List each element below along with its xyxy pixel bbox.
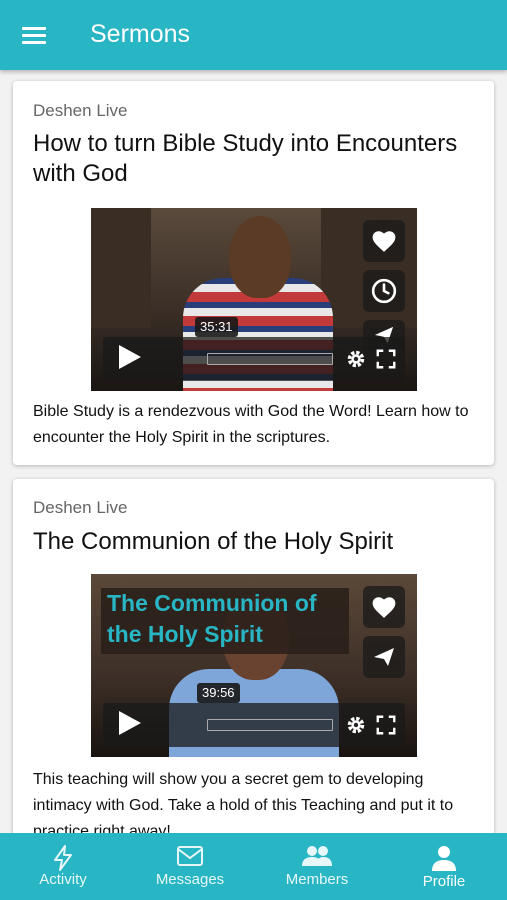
tab-activity[interactable]: Activity — [0, 833, 126, 900]
video-controls: 39:56 — [103, 683, 405, 747]
bookshelf — [91, 208, 151, 328]
heart-icon — [372, 597, 396, 618]
watch-later-button[interactable] — [363, 270, 405, 312]
tab-label: Profile — [422, 873, 466, 890]
sermon-title[interactable]: How to turn Bible Study into Encounters … — [33, 129, 478, 189]
video-duration: 35:31 — [195, 317, 238, 337]
sermon-description: Bible Study is a rendezvous with God the… — [33, 403, 469, 446]
sermon-title[interactable]: The Communion of the Holy Spirit — [33, 527, 478, 557]
video-duration: 39:56 — [197, 683, 240, 703]
video-title-overlay: The Communion of the Holy Spirit — [101, 588, 349, 654]
page-title: Sermons — [90, 20, 191, 48]
clock-icon — [371, 278, 397, 304]
heart-icon — [372, 231, 396, 252]
tab-messages[interactable]: Messages — [127, 833, 253, 900]
people-icon — [302, 846, 332, 866]
video-controls: 35:31 — [103, 317, 405, 381]
video-player[interactable]: 35:31 — [91, 208, 417, 391]
hamburger-menu-icon[interactable] — [22, 24, 48, 46]
tab-label: Members — [285, 871, 349, 888]
tab-label: Activity — [39, 871, 87, 888]
lightning-icon — [54, 845, 72, 871]
gear-icon[interactable] — [345, 348, 367, 370]
app-bar: Sermons — [0, 0, 507, 70]
video-progress-bar[interactable] — [207, 719, 333, 731]
tab-members[interactable]: Members — [254, 833, 380, 900]
sermon-card[interactable]: Deshen Live The Communion of the Holy Sp… — [13, 479, 494, 833]
speaker-head — [229, 216, 291, 298]
like-button[interactable] — [363, 220, 405, 262]
play-icon[interactable] — [119, 345, 141, 369]
overlay-title-text: The Communion of the Holy Spirit — [107, 590, 317, 647]
person-icon — [432, 846, 456, 871]
tab-profile[interactable]: Profile — [381, 833, 507, 900]
fullscreen-icon[interactable] — [375, 348, 397, 370]
fullscreen-icon[interactable] — [375, 714, 397, 736]
sermon-source: Deshen Live — [33, 101, 128, 120]
gear-icon[interactable] — [345, 714, 367, 736]
send-icon — [374, 648, 394, 666]
share-button[interactable] — [363, 636, 405, 678]
bottom-navigation: Activity Messages Members Profile — [0, 833, 507, 900]
like-button[interactable] — [363, 586, 405, 628]
play-icon[interactable] — [119, 711, 141, 735]
video-progress-bar[interactable] — [207, 353, 333, 365]
tab-label: Messages — [155, 871, 225, 888]
sermon-source: Deshen Live — [33, 498, 128, 517]
mail-icon — [177, 846, 203, 866]
sermon-description: This teaching will show you a secret gem… — [33, 771, 454, 833]
sermon-feed[interactable]: Deshen Live How to turn Bible Study into… — [0, 70, 507, 833]
sermon-card[interactable]: Deshen Live How to turn Bible Study into… — [13, 81, 494, 465]
video-player[interactable]: The Communion of the Holy Spirit 39:56 — [91, 574, 417, 757]
